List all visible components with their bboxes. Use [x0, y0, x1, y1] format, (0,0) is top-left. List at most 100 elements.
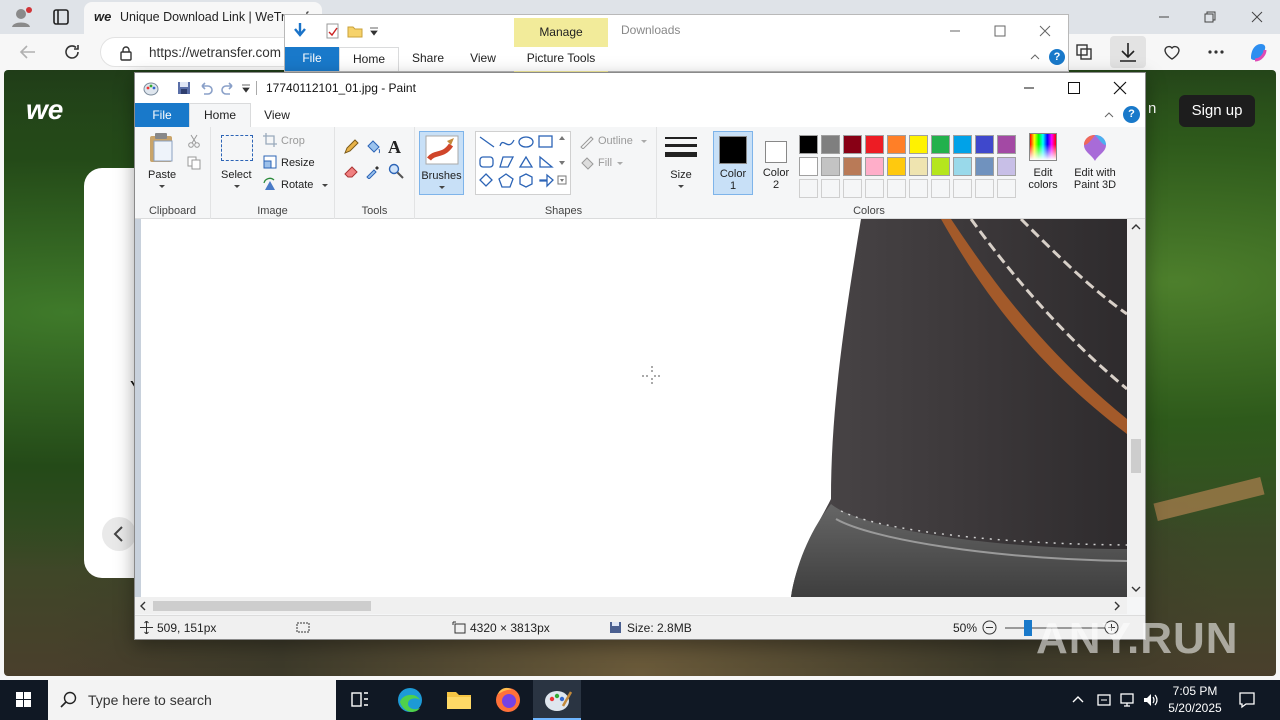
customize-dropdown-icon[interactable] [369, 27, 379, 37]
taskbar-search-box[interactable]: Type here to search [48, 680, 336, 720]
profile-icon[interactable] [10, 6, 32, 28]
resize-icon[interactable] [263, 155, 277, 169]
properties-icon[interactable] [325, 23, 341, 39]
palette-empty-swatch[interactable] [953, 179, 972, 198]
undo-icon[interactable] [199, 81, 213, 95]
outline-dropdown-icon[interactable] [640, 139, 648, 145]
palette-empty-swatch[interactable] [997, 179, 1016, 198]
palette-swatch[interactable] [953, 157, 972, 176]
new-folder-icon[interactable] [347, 23, 363, 39]
fill-label[interactable]: Fill [598, 157, 612, 169]
palette-empty-swatch[interactable] [975, 179, 994, 198]
palette-swatch[interactable] [821, 135, 840, 154]
explorer-minimize-icon[interactable] [947, 23, 963, 39]
palette-empty-swatch[interactable] [843, 179, 862, 198]
palette-swatch[interactable] [909, 157, 928, 176]
paint-close-icon[interactable] [1112, 80, 1128, 96]
explorer-close-icon[interactable] [1037, 23, 1053, 39]
explorer-tab-share[interactable]: Share [403, 47, 453, 71]
zoom-out-icon[interactable] [982, 620, 997, 635]
palette-swatch[interactable] [975, 157, 994, 176]
palette-swatch[interactable] [865, 135, 884, 154]
crop-icon[interactable] [263, 133, 277, 147]
palette-swatch[interactable] [931, 135, 950, 154]
customize-qat-icon[interactable] [241, 84, 251, 94]
collections-icon[interactable] [1074, 42, 1094, 62]
palette-swatch[interactable] [931, 157, 950, 176]
rotate-button-label[interactable]: Rotate [281, 179, 313, 191]
palette-swatch[interactable] [799, 135, 818, 154]
palette-swatch[interactable] [865, 157, 884, 176]
paint-help-icon[interactable]: ? [1123, 106, 1140, 123]
vertical-scroll-thumb[interactable] [1131, 439, 1141, 473]
color-picker-icon[interactable] [365, 163, 381, 179]
scroll-left-arrow-icon[interactable] [139, 601, 147, 611]
fill-icon[interactable] [579, 157, 595, 171]
palette-swatch[interactable] [821, 157, 840, 176]
window-restore-icon[interactable] [1202, 9, 1218, 25]
palette-empty-swatch[interactable] [909, 179, 928, 198]
scroll-right-arrow-icon[interactable] [1113, 601, 1121, 611]
explorer-tab-home[interactable]: Home [339, 47, 399, 71]
explorer-collapse-ribbon-icon[interactable] [1029, 51, 1041, 63]
address-bar[interactable]: https://wetransfer.com [100, 37, 300, 67]
rotate-dropdown-icon[interactable] [321, 183, 329, 189]
start-button-icon[interactable] [0, 680, 48, 720]
palette-swatch[interactable] [953, 135, 972, 154]
pencil-icon[interactable] [343, 139, 359, 155]
size-button[interactable]: Size [659, 131, 703, 195]
tab-actions-icon[interactable] [52, 8, 70, 26]
paint-tab-file[interactable]: File [135, 103, 189, 127]
brushes-button[interactable]: Brushes [419, 131, 464, 195]
palette-swatch[interactable] [997, 135, 1016, 154]
text-tool-icon[interactable]: A [388, 137, 404, 157]
outline-icon[interactable] [579, 135, 595, 149]
save-icon[interactable] [177, 81, 191, 95]
color1-button[interactable]: Color 1 [713, 131, 753, 195]
fill-bucket-icon[interactable] [365, 139, 381, 155]
carousel-back-button[interactable] [102, 517, 136, 551]
paint-tab-view[interactable]: View [255, 103, 299, 127]
palette-empty-swatch[interactable] [799, 179, 818, 198]
select-button-label[interactable]: Select [221, 169, 252, 181]
rotate-icon[interactable] [263, 177, 277, 191]
zoom-slider-thumb[interactable] [1024, 620, 1032, 636]
paint-taskbar-icon[interactable] [533, 680, 581, 720]
scroll-up-arrow-icon[interactable] [1131, 223, 1141, 231]
network-icon[interactable] [1118, 692, 1136, 708]
palette-empty-swatch[interactable] [865, 179, 884, 198]
fill-dropdown-icon[interactable] [616, 161, 624, 167]
palette-swatch[interactable] [843, 135, 862, 154]
window-minimize-icon[interactable] [1156, 9, 1172, 25]
select-dropdown-icon[interactable] [233, 184, 241, 190]
security-tray-icon[interactable] [1096, 692, 1112, 708]
select-icon[interactable] [221, 135, 253, 161]
paint-collapse-ribbon-icon[interactable] [1103, 109, 1115, 121]
performance-icon[interactable] [1162, 42, 1182, 62]
paste-button-label[interactable]: Paste [148, 169, 176, 181]
horizontal-scrollbar[interactable] [135, 597, 1127, 614]
edit-colors-button[interactable]: Edit colors [1023, 131, 1063, 195]
paste-icon[interactable] [147, 132, 177, 164]
paint-tab-home[interactable]: Home [189, 103, 251, 128]
palette-empty-swatch[interactable] [821, 179, 840, 198]
vertical-scrollbar[interactable] [1127, 219, 1145, 597]
notifications-icon[interactable] [1238, 691, 1256, 709]
palette-swatch[interactable] [799, 157, 818, 176]
firefox-taskbar-icon[interactable] [484, 680, 532, 720]
cut-icon[interactable] [187, 134, 201, 148]
back-icon[interactable] [18, 42, 38, 62]
resize-button-label[interactable]: Resize [281, 157, 315, 169]
downloads-icon[interactable] [1110, 36, 1146, 68]
color2-button[interactable]: Color 2 [757, 131, 795, 195]
taskbar-clock[interactable]: 7:05 PM 5/20/2025 [1162, 683, 1228, 717]
quick-access-down-arrow-icon[interactable] [291, 21, 309, 39]
horizontal-scroll-thumb[interactable] [153, 601, 371, 611]
palette-swatch[interactable] [843, 157, 862, 176]
copy-icon[interactable] [187, 156, 201, 170]
explorer-tab-file[interactable]: File [285, 47, 339, 71]
shapes-gallery[interactable] [475, 131, 571, 195]
paint-maximize-icon[interactable] [1066, 80, 1082, 96]
palette-swatch[interactable] [887, 157, 906, 176]
paint3d-button[interactable]: Edit with Paint 3D [1063, 131, 1127, 197]
